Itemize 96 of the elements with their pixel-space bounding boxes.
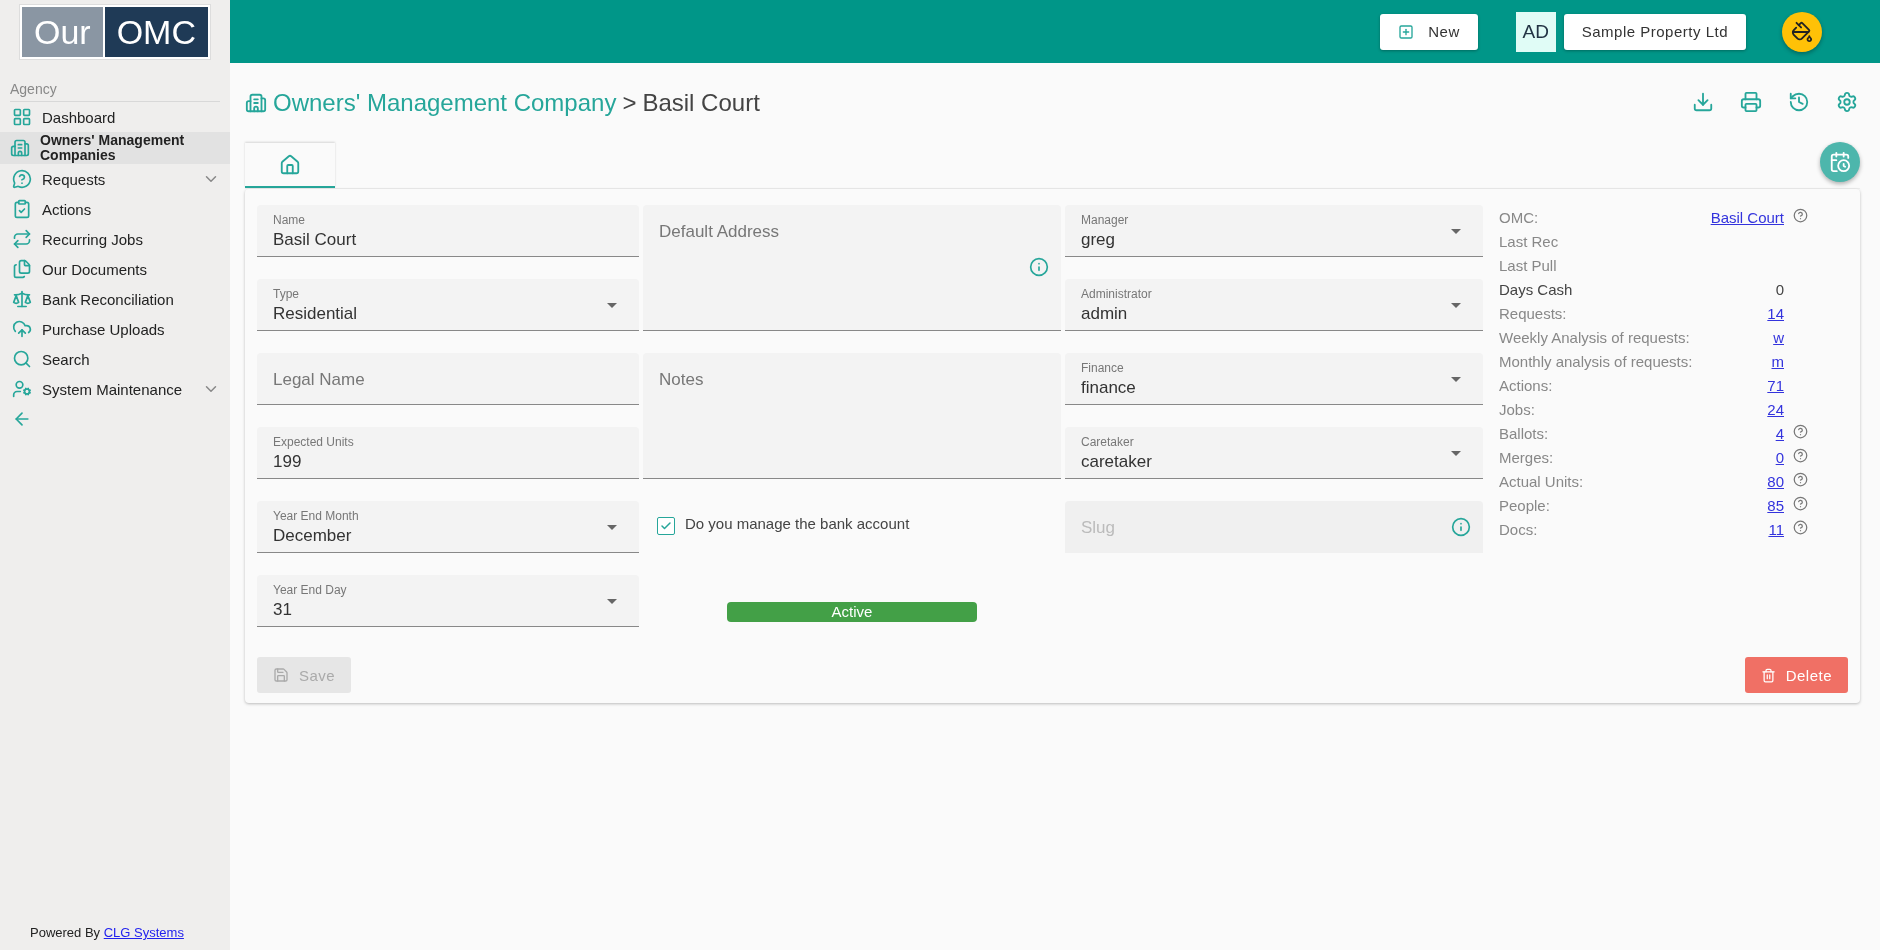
sidebar-item[interactable]: Our Documents <box>0 254 230 284</box>
sidebar-item[interactable]: Owners' Management Companies <box>0 132 230 164</box>
trash-icon <box>1760 667 1776 683</box>
help-icon[interactable] <box>1793 472 1808 487</box>
summary-label: Monthly analysis of requests: <box>1499 352 1694 372</box>
summary-label: Weekly Analysis of requests: <box>1499 328 1691 348</box>
home-icon <box>279 153 301 176</box>
info-icon <box>1451 517 1471 537</box>
select-field[interactable]: Administrator admin <box>1065 279 1483 331</box>
sidebar-item[interactable]: Search <box>0 344 230 374</box>
help-icon[interactable] <box>1793 496 1808 511</box>
summary-label: Actual Units: <box>1499 472 1585 492</box>
organization-button[interactable]: Sample Property Ltd <box>1563 13 1746 50</box>
footer-text: Powered By CLG Systems <box>30 925 184 940</box>
documents-icon <box>12 259 32 279</box>
summary-label: OMC: <box>1499 208 1540 228</box>
textarea-field[interactable]: Default Address <box>643 205 1061 331</box>
input-field[interactable]: Expected Units 199 <box>257 427 639 479</box>
summary-label: Merges: <box>1499 448 1555 468</box>
summary-label: People: <box>1499 496 1551 516</box>
section-heading: Agency <box>10 81 220 102</box>
summary-link[interactable]: 11 <box>1768 520 1784 540</box>
sidebar-item[interactable]: Recurring Jobs <box>0 224 230 254</box>
summary-link[interactable]: m <box>1771 352 1784 372</box>
summary-label: Docs: <box>1499 520 1539 540</box>
summary-link[interactable]: Basil Court <box>1710 208 1784 228</box>
help-icon[interactable] <box>1793 520 1808 535</box>
info-icon <box>1029 257 1049 277</box>
select-field[interactable]: Finance finance <box>1065 353 1483 405</box>
building-icon <box>10 138 30 158</box>
summary-link[interactable]: 0 <box>1775 448 1784 468</box>
caret-icon <box>1451 229 1461 234</box>
help-icon[interactable] <box>1793 424 1808 439</box>
cloud-upload-icon <box>12 319 32 339</box>
caret-icon <box>1451 451 1461 456</box>
summary-link[interactable]: 85 <box>1767 496 1784 516</box>
summary-link[interactable]: w <box>1773 328 1784 348</box>
caret-icon <box>1451 377 1461 382</box>
clipboard-check-icon <box>12 199 32 219</box>
footer-link[interactable]: CLG Systems <box>103 925 184 940</box>
summary-link[interactable]: 24 <box>1767 400 1784 420</box>
new-button[interactable]: New <box>1380 13 1478 50</box>
input-field[interactable]: Legal Name <box>257 353 639 405</box>
sidebar-item[interactable]: Actions <box>0 194 230 224</box>
summary-link[interactable]: 71 <box>1767 376 1784 396</box>
user-gear-icon <box>12 379 32 399</box>
summary-label: Days Cash <box>1499 280 1574 300</box>
calendar-clock-icon <box>1829 151 1851 173</box>
textarea-field[interactable]: Notes <box>643 353 1061 479</box>
select-field[interactable]: Caretaker caretaker <box>1065 427 1483 479</box>
summary-label: Actions: <box>1499 376 1554 396</box>
summary-link[interactable]: 4 <box>1775 424 1784 444</box>
breadcrumb-separator: > <box>622 89 637 117</box>
calendar-button[interactable] <box>1820 142 1860 182</box>
summary-value: 0 <box>1775 280 1784 300</box>
summary-label: Last Pull <box>1499 256 1558 276</box>
breadcrumb-current: Basil Court <box>642 89 760 117</box>
select-field[interactable]: Year End Month December <box>257 501 639 553</box>
status-bar: Active <box>727 602 977 622</box>
building-icon <box>245 92 267 114</box>
sidebar-item[interactable]: Bank Reconciliation <box>0 284 230 314</box>
theme-button[interactable] <box>1782 11 1822 52</box>
question-speech-icon <box>12 169 32 189</box>
home-tab[interactable] <box>245 143 335 188</box>
scales-icon <box>12 289 32 309</box>
summary-link[interactable]: 80 <box>1767 472 1784 492</box>
dashboard-grid-icon <box>12 107 32 127</box>
paint-bucket-icon <box>1791 20 1813 43</box>
caret-icon <box>607 599 617 604</box>
help-icon[interactable] <box>1793 448 1808 463</box>
select-field[interactable]: Manager greg <box>1065 205 1483 257</box>
caret-icon <box>607 303 617 308</box>
sidebar-item[interactable]: Purchase Uploads <box>0 314 230 344</box>
summary-label: Ballots: <box>1499 424 1550 444</box>
summary-label: Last Rec <box>1499 232 1560 252</box>
avatar[interactable]: AD <box>1515 11 1556 52</box>
sidebar-item[interactable]: Requests <box>0 164 230 194</box>
select-field[interactable]: Type Residential <box>257 279 639 331</box>
sidebar-item[interactable]: System Maintenance <box>0 374 230 404</box>
summary-label: Jobs: <box>1499 400 1536 420</box>
checkbox-label: Do you manage the bank account <box>685 515 910 532</box>
check-icon <box>660 520 672 532</box>
summary-link[interactable]: 14 <box>1767 304 1784 324</box>
input-field[interactable]: Name Basil Court <box>257 205 639 257</box>
print-button[interactable] <box>1740 91 1764 115</box>
summary-label: Requests: <box>1499 304 1568 324</box>
help-icon[interactable] <box>1793 208 1808 223</box>
checkbox[interactable] <box>657 517 675 535</box>
caret-icon <box>1451 303 1461 308</box>
caret-icon <box>607 525 617 530</box>
logo: Our OMC <box>20 5 210 59</box>
sidebar-item[interactable]: Dashboard <box>0 102 230 132</box>
search-icon <box>12 349 32 369</box>
select-field[interactable]: Year End Day 31 <box>257 575 639 627</box>
plus-icon <box>1398 23 1415 40</box>
repeat-arrows-icon <box>12 229 32 249</box>
